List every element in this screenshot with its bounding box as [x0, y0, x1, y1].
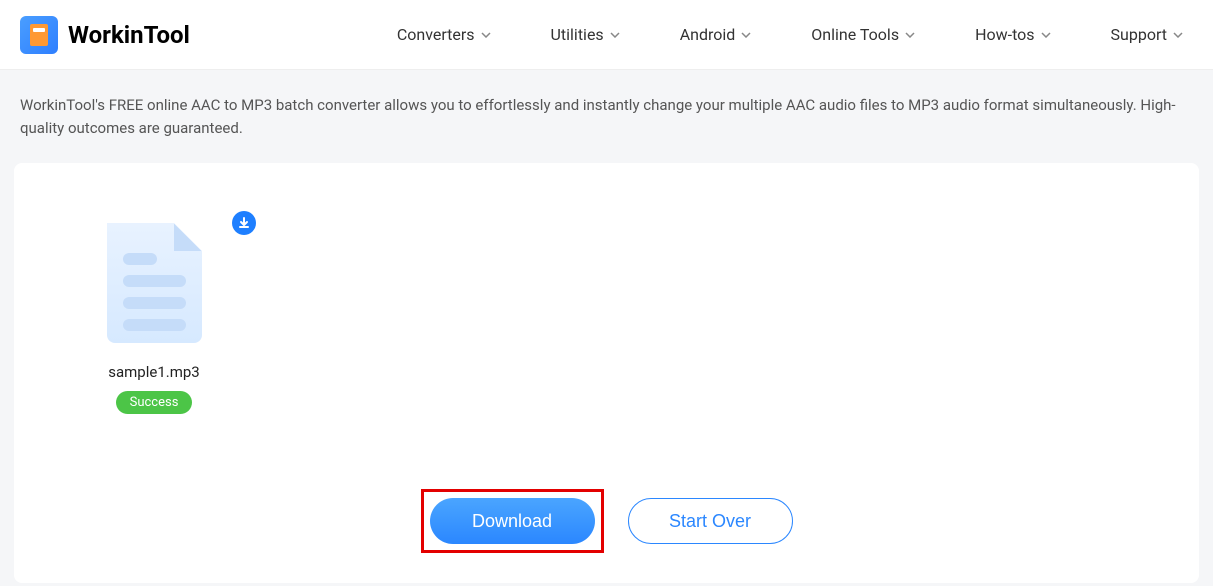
- nav-item-support[interactable]: Support: [1111, 25, 1183, 44]
- chevron-down-icon: [1041, 30, 1051, 40]
- chevron-down-icon: [741, 30, 751, 40]
- nav-item-converters[interactable]: Converters: [397, 25, 491, 44]
- nav-label: Online Tools: [811, 25, 899, 44]
- nav-label: Utilities: [551, 25, 604, 44]
- nav-label: Support: [1111, 25, 1167, 44]
- chevron-down-icon: [481, 30, 491, 40]
- nav-label: How-tos: [975, 25, 1034, 44]
- brand-name: WorkinTool: [68, 21, 190, 49]
- action-buttons: Download Start Over: [44, 489, 1169, 553]
- nav-label: Converters: [397, 25, 475, 44]
- file-name: sample1.mp3: [64, 363, 244, 381]
- converter-card: sample1.mp3 Success Download Start Over: [14, 163, 1199, 583]
- file-card: sample1.mp3 Success: [44, 203, 264, 434]
- nav-item-utilities[interactable]: Utilities: [551, 25, 620, 44]
- chevron-down-icon: [610, 30, 620, 40]
- highlight-box: Download: [421, 489, 604, 553]
- status-badge: Success: [116, 391, 193, 414]
- header: WorkinTool Converters Utilities Android …: [0, 0, 1213, 70]
- logo[interactable]: WorkinTool: [20, 16, 190, 54]
- download-button[interactable]: Download: [430, 498, 595, 544]
- download-file-button[interactable]: [232, 211, 256, 235]
- main-nav: Converters Utilities Android Online Tool…: [397, 25, 1193, 44]
- start-over-button[interactable]: Start Over: [628, 498, 793, 544]
- chevron-down-icon: [1173, 30, 1183, 40]
- logo-icon: [20, 16, 58, 54]
- download-icon: [237, 216, 251, 230]
- file-icon: [107, 223, 202, 343]
- page-description: WorkinTool's FREE online AAC to MP3 batc…: [0, 70, 1213, 163]
- nav-item-android[interactable]: Android: [680, 25, 752, 44]
- nav-item-howtos[interactable]: How-tos: [975, 25, 1050, 44]
- chevron-down-icon: [905, 30, 915, 40]
- nav-item-online-tools[interactable]: Online Tools: [811, 25, 915, 44]
- nav-label: Android: [680, 25, 736, 44]
